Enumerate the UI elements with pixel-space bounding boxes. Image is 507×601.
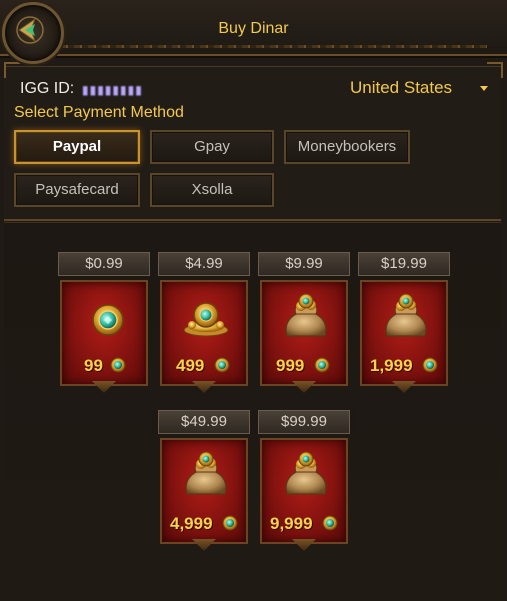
- price-tag: $99.99: [252, 410, 356, 434]
- header-bar: Buy Dinar: [0, 0, 507, 56]
- dinar-coin-icon: [110, 357, 126, 373]
- panel-corner-ornament: [4, 62, 20, 78]
- coin-bag-icon: [185, 451, 227, 495]
- dinar-package-card[interactable]: $0.99 99: [52, 252, 156, 392]
- page-title: Buy Dinar: [218, 20, 289, 37]
- price-tag: $49.99: [152, 410, 256, 434]
- price-tag: $4.99: [152, 252, 256, 276]
- dinar-amount: 4,999: [170, 514, 213, 533]
- package-body: 499: [160, 280, 248, 386]
- price-tag: $19.99: [352, 252, 456, 276]
- back-arrow-icon: [16, 16, 44, 44]
- price-tag: $9.99: [252, 252, 356, 276]
- dinar-amount: 99: [84, 356, 103, 375]
- coin-bag-icon: [285, 451, 327, 495]
- dinar-package-card[interactable]: $49.99 4,999: [152, 410, 256, 550]
- package-body: 9,999: [260, 438, 348, 544]
- dinar-package-card[interactable]: $4.99 499: [152, 252, 256, 392]
- chevron-down-icon[interactable]: [480, 86, 488, 91]
- payment-method-paypal[interactable]: Paypal: [14, 130, 140, 164]
- dinar-package-card[interactable]: $9.99 999: [252, 252, 356, 392]
- coin-bag-icon: [285, 293, 327, 337]
- package-body: 99: [60, 280, 148, 386]
- package-body: 1,999: [360, 280, 448, 386]
- payment-method-moneybookers[interactable]: Moneybookers: [284, 130, 410, 164]
- dinar-amount: 999: [276, 356, 305, 375]
- dinar-coin-icon: [322, 515, 338, 531]
- coin-bag-icon: [385, 293, 427, 337]
- package-body: 999: [260, 280, 348, 386]
- dinar-amount: 1,999: [370, 356, 413, 375]
- igg-id-label: IGG ID:: [20, 80, 75, 97]
- dinar-coin-icon: [222, 515, 238, 531]
- package-body: 4,999: [160, 438, 248, 544]
- dinar-amount: 9,999: [270, 514, 313, 533]
- payment-method-gpay[interactable]: Gpay: [150, 130, 274, 164]
- dinar-package-card[interactable]: $99.99 9,999: [252, 410, 356, 550]
- coin-pile-icon: [183, 302, 229, 337]
- back-button[interactable]: [2, 2, 64, 64]
- payment-method-heading: Select Payment Method: [14, 104, 184, 121]
- dinar-package-card[interactable]: $19.99 1,999: [352, 252, 456, 392]
- igg-id-value: ▮▮▮▮▮▮▮▮: [82, 83, 143, 97]
- dinar-coin-icon: [214, 357, 230, 373]
- price-tag: $0.99: [52, 252, 156, 276]
- country-selector[interactable]: United States: [350, 78, 452, 98]
- dinar-coin-icon: [314, 357, 330, 373]
- coin-icon: [92, 304, 124, 336]
- dinar-amount: 499: [176, 356, 205, 375]
- panel-corner-ornament: [487, 62, 503, 78]
- dinar-coin-icon: [422, 357, 438, 373]
- payment-method-paysafecard[interactable]: Paysafecard: [14, 173, 140, 207]
- payment-method-xsolla[interactable]: Xsolla: [150, 173, 274, 207]
